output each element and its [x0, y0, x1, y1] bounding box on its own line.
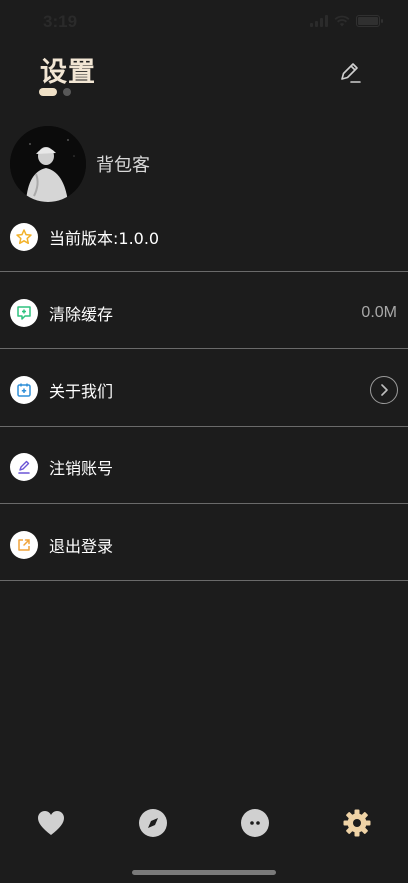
tab-bar — [0, 800, 408, 846]
exit-icon — [10, 531, 38, 559]
menu-item-about[interactable]: 关于我们 — [0, 375, 408, 405]
divider — [0, 503, 408, 504]
cache-size-value: 0.0M — [361, 304, 397, 321]
home-indicator[interactable] — [132, 870, 276, 875]
divider — [0, 426, 408, 427]
menu-item-version: 当前版本:1.0.0 — [0, 222, 408, 252]
gear-icon — [343, 809, 371, 837]
page-dot-inactive — [63, 88, 71, 96]
version-label: 当前版本:1.0.0 — [49, 229, 160, 248]
tab-favorites[interactable] — [34, 806, 68, 840]
avatar-image — [10, 126, 86, 202]
compass-icon — [139, 809, 167, 837]
chat-icon — [241, 809, 269, 837]
divider — [0, 348, 408, 349]
pen-icon — [10, 453, 38, 481]
star-icon — [10, 223, 38, 251]
profile-section[interactable]: 背包客 — [10, 126, 150, 202]
logout-label: 退出登录 — [49, 537, 114, 556]
status-icons — [310, 15, 383, 27]
pencil-icon — [341, 63, 361, 83]
about-label: 关于我们 — [49, 382, 114, 401]
tab-settings[interactable] — [340, 806, 374, 840]
status-time: 3:19 — [43, 12, 78, 31]
divider — [0, 271, 408, 272]
tab-discover[interactable] — [136, 806, 170, 840]
tab-messages[interactable] — [238, 806, 272, 840]
clear-cache-label: 清除缓存 — [49, 305, 114, 324]
menu-item-delete-account[interactable]: 注销账号 — [0, 452, 408, 482]
divider — [0, 580, 408, 581]
battery-icon — [356, 15, 383, 27]
calendar-plus-icon — [10, 376, 38, 404]
heart-icon — [38, 811, 64, 835]
page-dot-active — [39, 88, 57, 96]
status-bar: 3:19 — [0, 0, 408, 46]
delete-account-label: 注销账号 — [49, 459, 114, 478]
edit-button[interactable] — [336, 58, 364, 88]
wifi-icon — [334, 15, 350, 27]
signal-icon — [310, 15, 328, 27]
menu-item-logout[interactable]: 退出登录 — [0, 530, 408, 560]
page-indicator — [39, 88, 71, 96]
menu-item-clear-cache[interactable]: 清除缓存 0.0M — [0, 298, 408, 328]
avatar[interactable] — [10, 126, 86, 202]
username: 背包客 — [96, 155, 150, 176]
message-plus-icon — [10, 299, 38, 327]
chevron-right-icon[interactable] — [370, 376, 398, 404]
page-title: 设置 — [40, 57, 96, 88]
